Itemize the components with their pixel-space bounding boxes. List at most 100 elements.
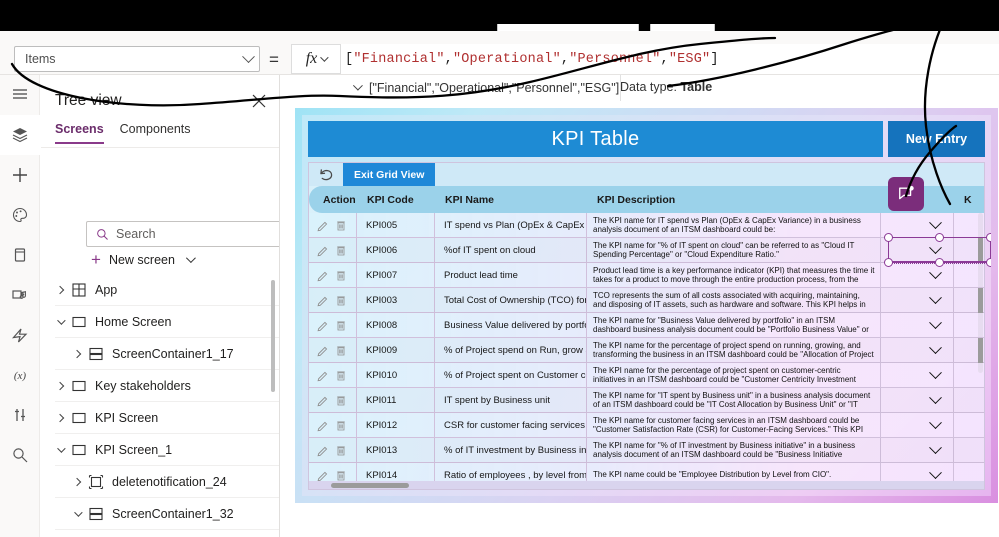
delete-trash-icon[interactable] xyxy=(335,419,347,432)
tab-screens[interactable]: Screens xyxy=(55,122,104,144)
rail-tree-view-icon[interactable] xyxy=(0,115,40,155)
cell-kpi-code[interactable]: KPI013 xyxy=(357,438,435,462)
edit-pencil-icon[interactable] xyxy=(316,269,329,282)
cell-kpi-description[interactable]: The KPI name for "% of IT investment by … xyxy=(587,438,881,462)
chevron-down-icon[interactable] xyxy=(929,215,942,229)
resize-handle[interactable] xyxy=(935,258,944,267)
cell-category-1[interactable] xyxy=(881,238,954,262)
cell-category-1[interactable] xyxy=(881,288,954,312)
rail-app-settings-icon[interactable] xyxy=(0,395,40,435)
edit-pencil-icon[interactable] xyxy=(316,219,329,232)
comment-badge-button[interactable] xyxy=(888,177,924,211)
tree-item-screencontainer1-17[interactable]: ScreenContainer1_17 xyxy=(41,338,279,369)
chevron-right-icon[interactable] xyxy=(53,411,67,425)
cell-kpi-name[interactable]: Total Cost of Ownership (TCO) for Busine… xyxy=(435,288,587,312)
cell-category-2[interactable] xyxy=(954,213,984,237)
cell-kpi-description[interactable]: The KPI name for "Business Value deliver… xyxy=(587,313,881,337)
tree-item-kpi-screen-1[interactable]: KPI Screen_1 xyxy=(41,434,279,465)
cell-kpi-description[interactable]: The KPI name for the percentage of proje… xyxy=(587,338,881,362)
delete-trash-icon[interactable] xyxy=(335,394,347,407)
undo-button[interactable] xyxy=(309,167,343,183)
cell-kpi-code[interactable]: KPI009 xyxy=(357,338,435,362)
cell-kpi-description[interactable]: The KPI name for "IT spent by Business u… xyxy=(587,388,881,412)
edit-pencil-icon[interactable] xyxy=(316,369,329,382)
delete-trash-icon[interactable] xyxy=(335,344,347,357)
cell-kpi-code[interactable]: KPI005 xyxy=(357,213,435,237)
chevron-down-icon[interactable] xyxy=(929,240,942,254)
delete-trash-icon[interactable] xyxy=(335,444,347,457)
cell-kpi-description[interactable]: The KPI name for the percentage of proje… xyxy=(587,363,881,387)
resize-handle[interactable] xyxy=(884,233,893,242)
cell-kpi-name[interactable]: % of Project spend on Run, grow and Tran… xyxy=(435,338,587,362)
cell-kpi-name[interactable]: % of Project spent on Customer centric i… xyxy=(435,363,587,387)
cell-kpi-code[interactable]: KPI010 xyxy=(357,363,435,387)
tree-item-screencontainer1-32[interactable]: ScreenContainer1_32 xyxy=(41,498,279,529)
chevron-right-icon[interactable] xyxy=(53,283,67,297)
exit-grid-view-button[interactable]: Exit Grid View xyxy=(343,163,436,186)
edit-pencil-icon[interactable] xyxy=(316,419,329,432)
table-row[interactable]: KPI008 Business Value delivered by portfo… xyxy=(309,313,984,338)
cell-category-1[interactable] xyxy=(881,388,954,412)
cell-category-2[interactable] xyxy=(954,263,984,287)
chevron-down-icon[interactable] xyxy=(929,390,942,404)
cell-kpi-name[interactable]: IT spent by Business unit xyxy=(435,388,587,412)
cell-category-1[interactable] xyxy=(881,363,954,387)
chevron-down-icon[interactable] xyxy=(929,365,942,379)
table-row[interactable]: KPI005IT spend vs Plan (OpEx & CapEx Var… xyxy=(309,213,984,238)
resize-handle[interactable] xyxy=(986,233,991,242)
rail-power-automate-icon[interactable] xyxy=(0,315,40,355)
table-row[interactable]: KPI006 %of IT spent on cloud The KPI name … xyxy=(309,238,984,263)
cell-kpi-code[interactable]: KPI006 xyxy=(357,238,435,262)
cell-kpi-code[interactable]: KPI012 xyxy=(357,413,435,437)
delete-trash-icon[interactable] xyxy=(335,219,347,232)
delete-trash-icon[interactable] xyxy=(335,244,347,257)
cell-kpi-name[interactable]: % of IT investment by Business initiativ… xyxy=(435,438,587,462)
rail-hamburger-menu-icon[interactable] xyxy=(0,75,40,115)
table-row[interactable]: KPI012 CSR for customer facing services Th… xyxy=(309,413,984,438)
cell-kpi-code[interactable]: KPI007 xyxy=(357,263,435,287)
table-row[interactable]: KPI010% of Project spent on Customer cen… xyxy=(309,363,984,388)
table-row[interactable]: KPI007 Product lead time Product lead time… xyxy=(309,263,984,288)
tree-item-app[interactable]: App xyxy=(41,274,279,305)
column-header-action[interactable]: Action xyxy=(309,194,357,206)
delete-trash-icon[interactable] xyxy=(335,369,347,382)
cell-category-2[interactable] xyxy=(954,363,984,387)
edit-pencil-icon[interactable] xyxy=(316,244,329,257)
chevron-right-icon[interactable] xyxy=(70,347,84,361)
chevron-down-icon[interactable] xyxy=(53,443,67,457)
table-row[interactable]: KPI013% of IT investment by Business ini… xyxy=(309,438,984,463)
new-entry-button[interactable]: New Entry xyxy=(888,121,985,157)
chevron-right-icon[interactable] xyxy=(53,379,67,393)
cell-kpi-name[interactable]: Product lead time xyxy=(435,263,587,287)
grid-horizontal-scrollbar[interactable] xyxy=(331,483,409,488)
rail-data-sources-icon[interactable] xyxy=(0,235,40,275)
column-header-category-2[interactable]: K xyxy=(954,194,984,206)
tree-item-kpi-screen[interactable]: KPI Screen xyxy=(41,402,279,433)
close-icon[interactable] xyxy=(251,93,267,109)
new-screen-button[interactable]: + New screen xyxy=(91,251,196,268)
edit-pencil-icon[interactable] xyxy=(316,344,329,357)
chevron-down-icon[interactable] xyxy=(70,507,84,521)
tree-item-deletenotification-24[interactable]: deletenotification_24 xyxy=(41,466,279,497)
cell-kpi-description[interactable]: The KPI name for "% of IT spent on cloud… xyxy=(587,238,881,262)
cell-category-1[interactable] xyxy=(881,213,954,237)
column-header-kpi-code[interactable]: KPI Code xyxy=(357,194,435,206)
cell-category-1[interactable] xyxy=(881,263,954,287)
cell-category-1[interactable] xyxy=(881,413,954,437)
cell-category-2[interactable] xyxy=(954,413,984,437)
cell-kpi-name[interactable]: %of IT spent on cloud xyxy=(435,238,587,262)
cell-kpi-description[interactable]: The KPI name for customer facing service… xyxy=(587,413,881,437)
cell-kpi-code[interactable]: KPI003 xyxy=(357,288,435,312)
rail-variables-icon[interactable]: (x) xyxy=(0,355,40,395)
chevron-down-icon[interactable] xyxy=(53,315,67,329)
cell-kpi-description[interactable]: The KPI name for IT spend vs Plan (OpEx … xyxy=(587,213,881,237)
search-input[interactable]: Search xyxy=(86,221,279,247)
cell-category-2[interactable] xyxy=(954,438,984,462)
delete-trash-icon[interactable] xyxy=(335,269,347,282)
delete-trash-icon[interactable] xyxy=(335,469,347,482)
table-row[interactable]: KPI003 Total Cost of Ownership (TCO) for … xyxy=(309,288,984,313)
resize-handle[interactable] xyxy=(986,258,991,267)
chevron-down-icon[interactable] xyxy=(929,265,942,279)
tab-components[interactable]: Components xyxy=(120,122,191,144)
chevron-down-icon[interactable] xyxy=(929,315,942,329)
